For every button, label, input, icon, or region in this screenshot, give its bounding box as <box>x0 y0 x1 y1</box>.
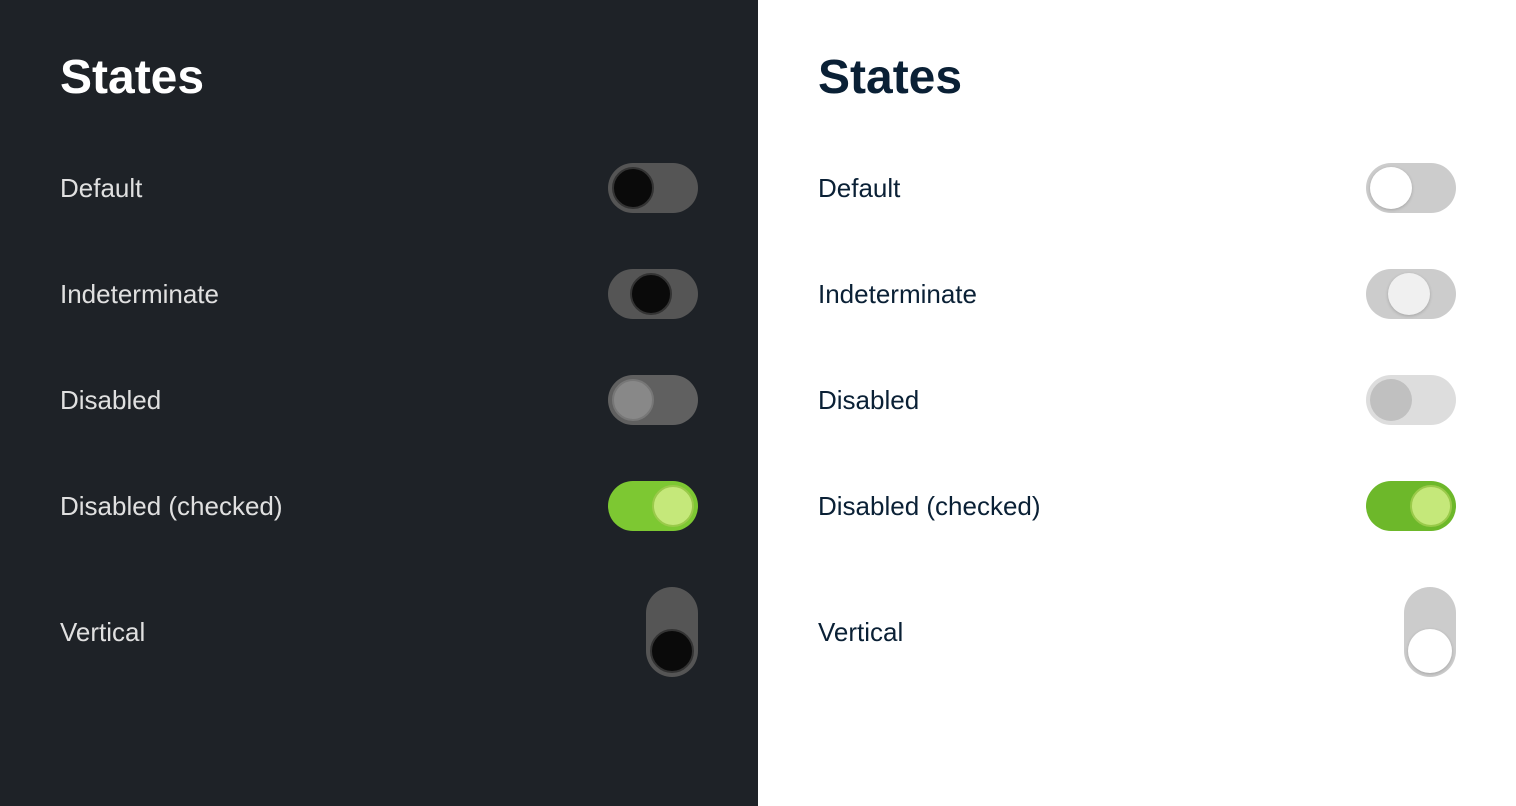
light-default-label: Default <box>818 173 900 204</box>
dark-disabled-checked-thumb <box>652 485 694 527</box>
light-disabled-toggle <box>1366 375 1456 425</box>
dark-disabled-row: Disabled <box>60 347 698 453</box>
dark-disabled-track <box>608 375 698 425</box>
dark-default-track <box>608 163 698 213</box>
dark-indeterminate-toggle[interactable] <box>608 269 698 319</box>
dark-disabled-checked-label: Disabled (checked) <box>60 491 283 522</box>
light-indeterminate-row: Indeterminate <box>818 241 1456 347</box>
dark-default-thumb <box>612 167 654 209</box>
light-disabled-thumb <box>1370 379 1412 421</box>
dark-vertical-toggle[interactable] <box>646 587 698 677</box>
light-disabled-track <box>1366 375 1456 425</box>
light-default-thumb <box>1370 167 1412 209</box>
dark-disabled-checked-row: Disabled (checked) <box>60 453 698 559</box>
dark-panel-title: States <box>60 50 698 105</box>
dark-indeterminate-track <box>608 269 698 319</box>
dark-disabled-label: Disabled <box>60 385 161 416</box>
light-vertical-toggle[interactable] <box>1404 587 1456 677</box>
dark-default-toggle[interactable] <box>608 163 698 213</box>
light-default-toggle[interactable] <box>1366 163 1456 213</box>
light-indeterminate-track <box>1366 269 1456 319</box>
dark-disabled-checked-track <box>608 481 698 531</box>
dark-default-label: Default <box>60 173 142 204</box>
light-vertical-track <box>1404 587 1456 677</box>
dark-disabled-toggle <box>608 375 698 425</box>
light-default-track <box>1366 163 1456 213</box>
dark-indeterminate-label: Indeterminate <box>60 279 219 310</box>
dark-vertical-row: Vertical <box>60 559 698 705</box>
dark-indeterminate-row: Indeterminate <box>60 241 698 347</box>
dark-disabled-thumb <box>612 379 654 421</box>
light-panel: States Default Indeterminate Disabled Di… <box>758 0 1516 806</box>
light-indeterminate-label: Indeterminate <box>818 279 977 310</box>
light-disabled-checked-thumb <box>1410 485 1452 527</box>
light-panel-title: States <box>818 50 1456 105</box>
light-disabled-checked-label: Disabled (checked) <box>818 491 1041 522</box>
dark-panel: States Default Indeterminate Disabled Di… <box>0 0 758 806</box>
dark-indeterminate-thumb <box>630 273 672 315</box>
light-indeterminate-thumb <box>1388 273 1430 315</box>
dark-vertical-track <box>646 587 698 677</box>
light-disabled-row: Disabled <box>818 347 1456 453</box>
light-vertical-thumb <box>1408 629 1452 673</box>
light-disabled-checked-toggle <box>1366 481 1456 531</box>
light-vertical-label: Vertical <box>818 617 903 648</box>
dark-default-row: Default <box>60 135 698 241</box>
light-default-row: Default <box>818 135 1456 241</box>
light-disabled-checked-row: Disabled (checked) <box>818 453 1456 559</box>
light-disabled-label: Disabled <box>818 385 919 416</box>
dark-vertical-thumb <box>650 629 694 673</box>
dark-vertical-label: Vertical <box>60 617 145 648</box>
light-disabled-checked-track <box>1366 481 1456 531</box>
light-vertical-row: Vertical <box>818 559 1456 705</box>
dark-disabled-checked-toggle <box>608 481 698 531</box>
light-indeterminate-toggle[interactable] <box>1366 269 1456 319</box>
